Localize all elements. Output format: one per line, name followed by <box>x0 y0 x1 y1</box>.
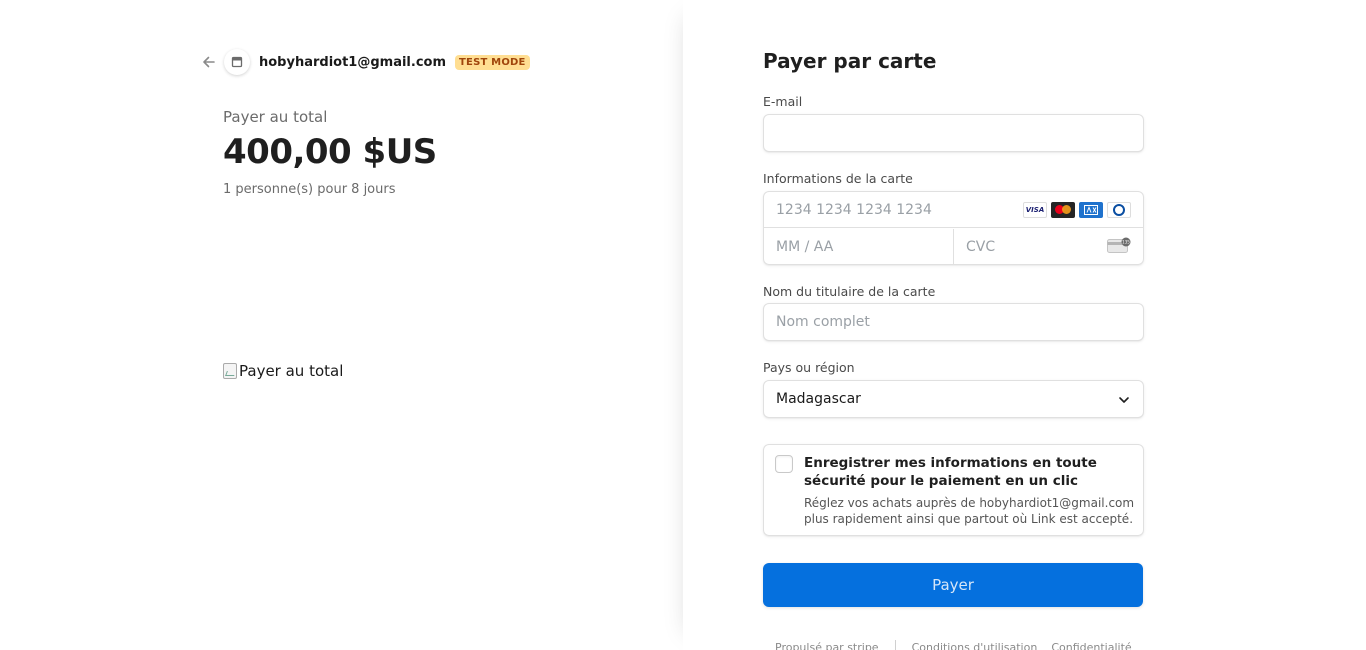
diners-icon <box>1107 202 1131 218</box>
total-amount: 400,00 $US <box>223 132 437 172</box>
chevron-down-icon <box>1119 397 1129 403</box>
footer: Propulsé par stripe Conditions d'utilisa… <box>775 640 1132 650</box>
link-save-info-box[interactable]: Enregistrer mes informations en toute sé… <box>763 444 1144 536</box>
country-select[interactable]: Madagascar <box>763 380 1144 418</box>
product-image: Payer au total <box>223 362 343 380</box>
total-label: Payer au total <box>223 108 328 126</box>
store-icon <box>224 49 250 75</box>
svg-text:135: 135 <box>1122 240 1130 245</box>
save-info-checkbox[interactable] <box>775 455 793 473</box>
email-field[interactable] <box>763 114 1144 152</box>
privacy-link[interactable]: Confidentialité <box>1051 641 1131 650</box>
email-label: E-mail <box>763 94 803 109</box>
order-summary-panel: hobyhardiot1@gmail.com TEST MODE Payer a… <box>0 0 683 650</box>
test-mode-badge: TEST MODE <box>455 54 530 70</box>
country-value: Madagascar <box>776 391 861 407</box>
cvc-placeholder: CVC <box>966 238 996 255</box>
card-brands: VISA <box>1023 202 1131 218</box>
card-number-placeholder: 1234 1234 1234 1234 <box>776 201 932 218</box>
card-info-label: Informations de la carte <box>763 171 913 186</box>
save-info-description: Réglez vos achats auprès de hobyhardiot1… <box>804 496 1135 526</box>
mastercard-icon <box>1051 202 1075 218</box>
card-info-group: 1234 1234 1234 1234 VISA MM / AA CVC 135 <box>763 191 1144 265</box>
cvc-input[interactable]: CVC 135 <box>954 229 1143 264</box>
merchant-email: hobyhardiot1@gmail.com <box>259 54 447 70</box>
broken-image-icon <box>223 363 237 379</box>
country-label: Pays ou région <box>763 360 855 375</box>
expiry-input[interactable]: MM / AA <box>764 229 954 264</box>
terms-link[interactable]: Conditions d'utilisation <box>912 641 1038 650</box>
footer-divider <box>894 640 896 650</box>
pay-button[interactable]: Payer <box>763 563 1143 607</box>
back-arrow-icon[interactable] <box>200 53 218 71</box>
amex-icon <box>1079 202 1103 218</box>
product-description: 1 personne(s) pour 8 jours <box>223 182 396 197</box>
product-image-alt: Payer au total <box>239 362 344 380</box>
form-title: Payer par carte <box>763 49 937 73</box>
cardholder-placeholder: Nom complet <box>776 314 870 330</box>
cvc-card-icon: 135 <box>1107 237 1131 253</box>
expiry-placeholder: MM / AA <box>776 238 834 255</box>
save-info-title: Enregistrer mes informations en toute sé… <box>804 455 1097 489</box>
cardholder-label: Nom du titulaire de la carte <box>763 284 936 299</box>
visa-icon: VISA <box>1023 202 1047 218</box>
merchant-header: hobyhardiot1@gmail.com TEST MODE <box>200 49 530 75</box>
powered-by-stripe-link[interactable]: Propulsé par stripe <box>775 641 879 650</box>
cardholder-name-input[interactable]: Nom complet <box>763 303 1144 341</box>
